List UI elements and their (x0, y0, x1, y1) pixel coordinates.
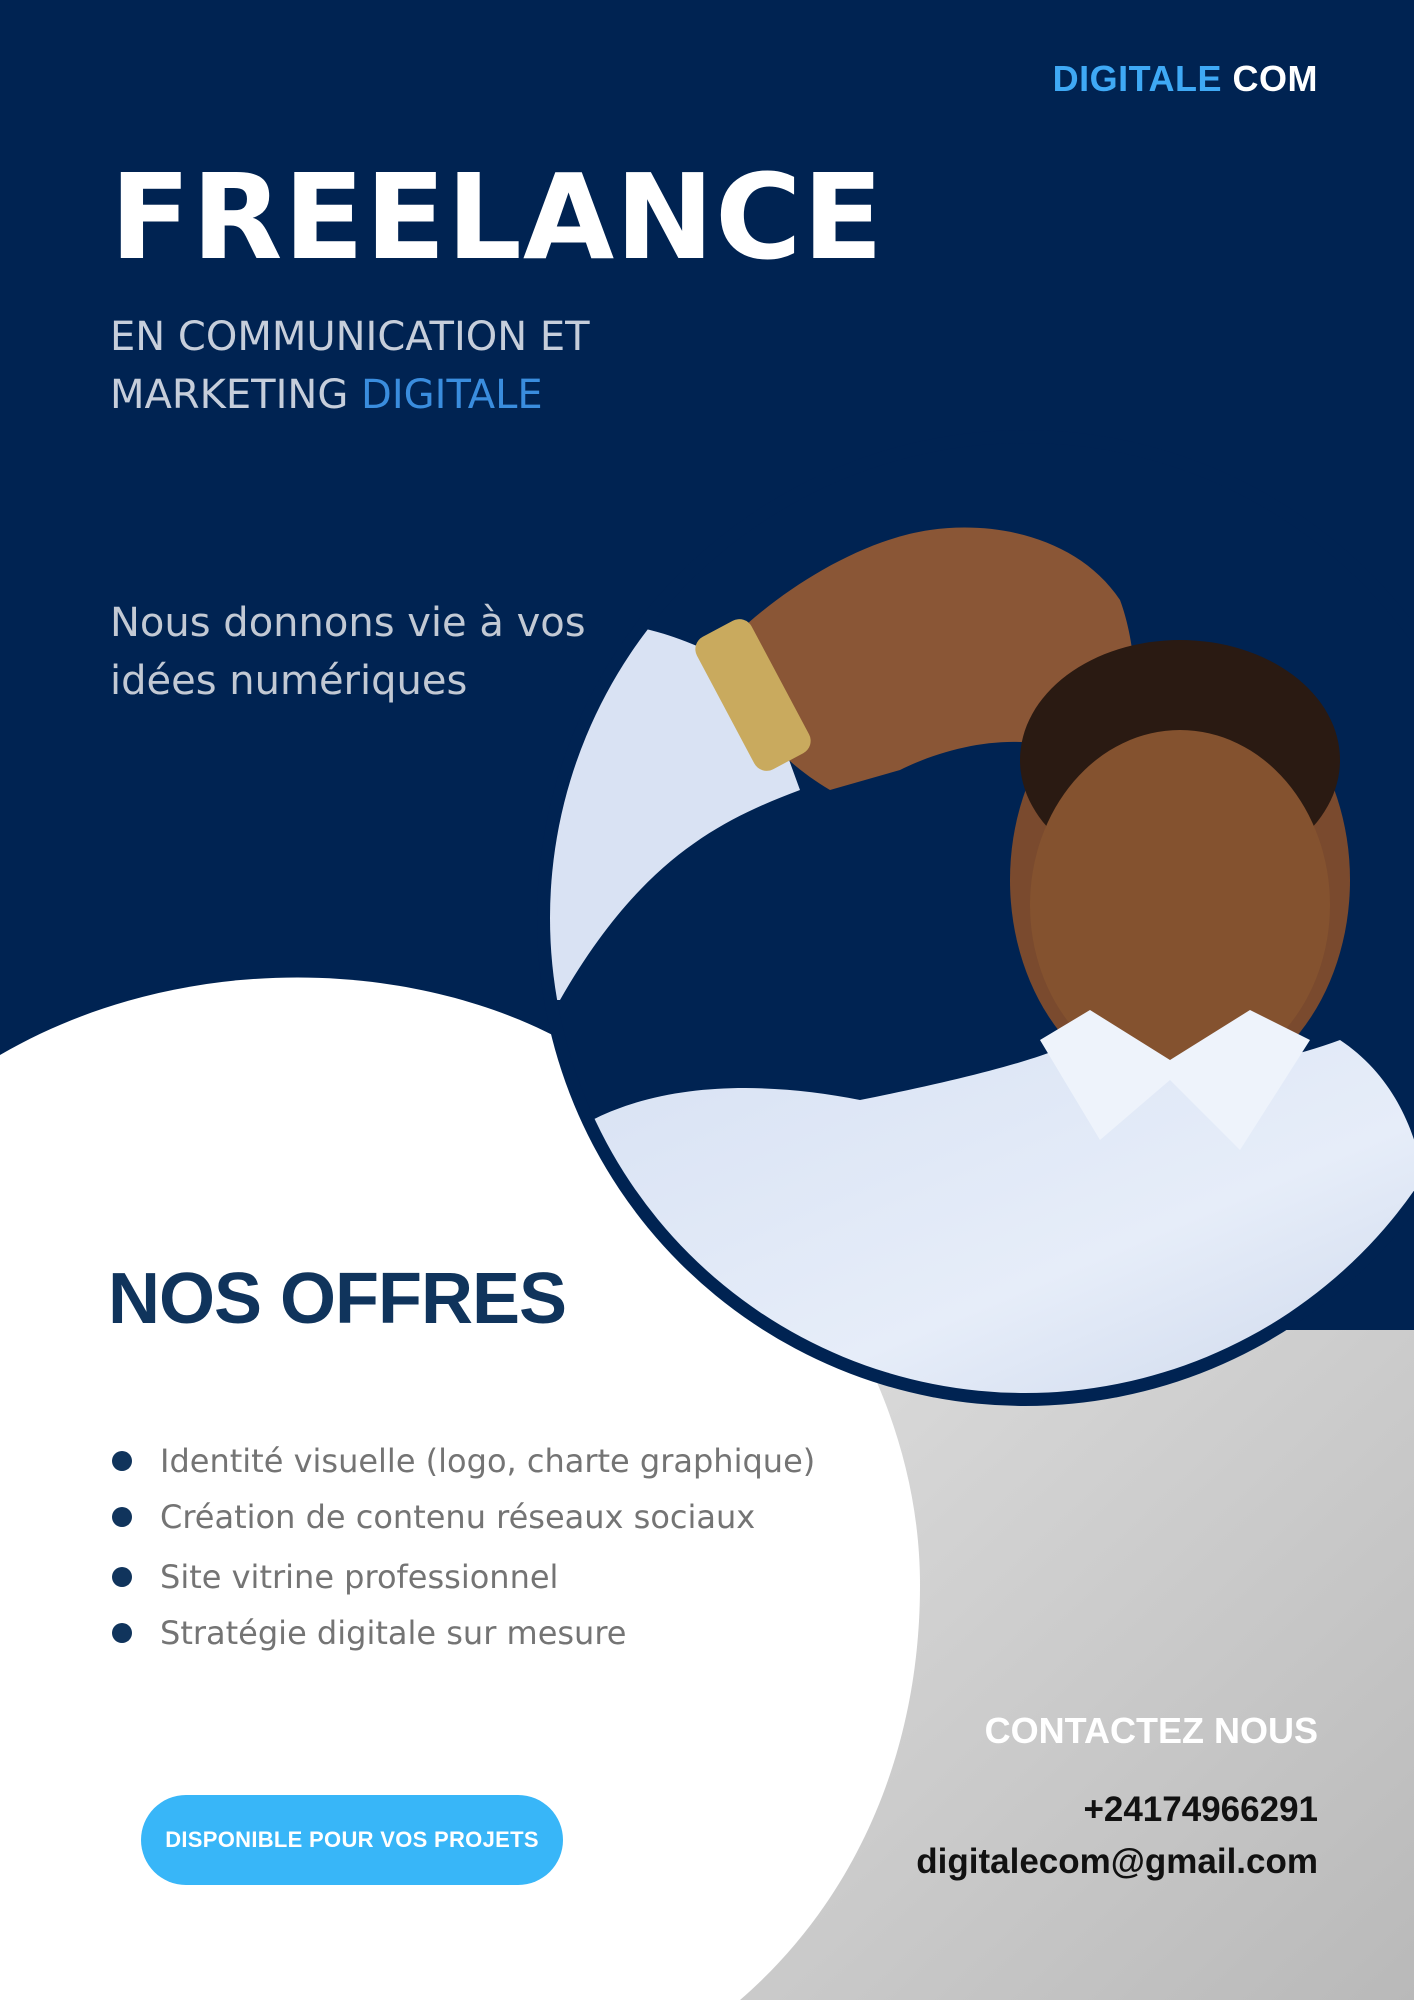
subtitle-line2-accent: DIGITALE (361, 372, 543, 418)
bullet-icon (112, 1623, 132, 1643)
offer-item-label: Site vitrine professionnel (160, 1558, 559, 1596)
available-for-projects-button[interactable]: DISPONIBLE POUR VOS PROJETS (141, 1795, 563, 1885)
subtitle-line1: EN COMMUNICATION ET (110, 314, 590, 360)
offer-item-label: Stratégie digitale sur mesure (160, 1614, 627, 1652)
brand-part2: COM (1232, 58, 1318, 99)
offers-title: NOS OFFRES (108, 1259, 567, 1339)
brand-part1: DIGITALE (1052, 58, 1222, 99)
subtitle-line2: MARKETING DIGITALE (110, 366, 590, 424)
flyer-page: DIGITALE COM FREELANCE EN COMMUNICATION … (0, 0, 1414, 2000)
bullet-icon (112, 1567, 132, 1587)
bullet-icon (112, 1507, 132, 1527)
offer-item-label: Création de contenu réseaux sociaux (160, 1498, 756, 1536)
background-shapes (0, 0, 1414, 2000)
contact-title: CONTACTEZ NOUS (984, 1710, 1318, 1751)
contact-email: digitalecom@gmail.com (916, 1842, 1318, 1881)
bullet-icon (112, 1451, 132, 1471)
brand-logo: DIGITALE COM (1053, 58, 1318, 100)
subtitle-line2-prefix: MARKETING (110, 372, 349, 418)
hero-title: FREELANCE (110, 148, 885, 286)
hero-tagline: Nous donnons vie à vos idées numériques (110, 600, 586, 704)
contact-phone: +24174966291 (1083, 1790, 1318, 1829)
offer-item-label: Identité visuelle (logo, charte graphiqu… (160, 1442, 816, 1480)
hero-subtitle: EN COMMUNICATION ET MARKETING DIGITALE (110, 308, 590, 424)
